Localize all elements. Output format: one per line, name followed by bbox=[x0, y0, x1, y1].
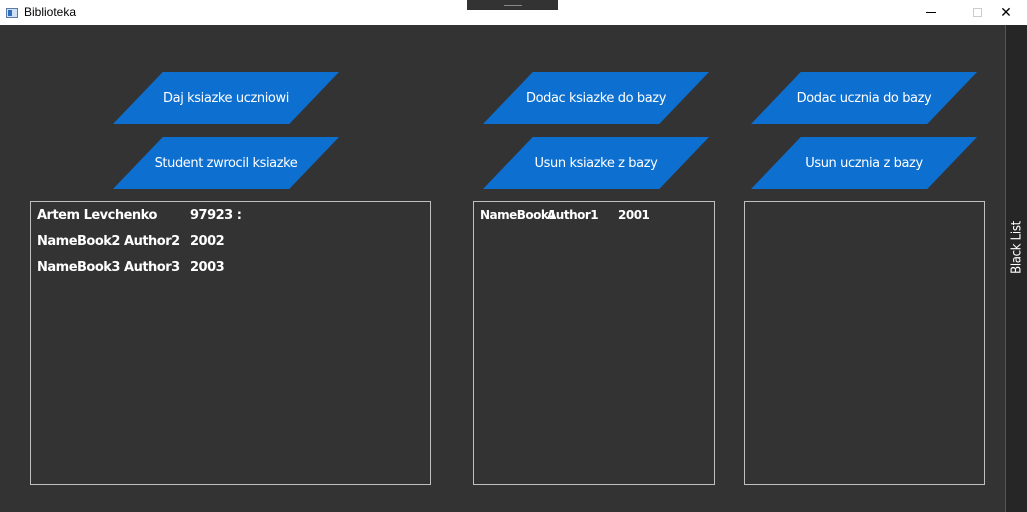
list-item[interactable]: NameBook1 Author1 2001 bbox=[480, 208, 650, 222]
app-icon bbox=[6, 8, 18, 18]
book-year: 2002 bbox=[190, 234, 225, 249]
book-author: Author1 bbox=[547, 208, 599, 222]
return-book-button[interactable]: Student zwrocil ksiazke bbox=[113, 137, 339, 189]
list-item-header[interactable]: Artem Levchenko 97923 : bbox=[37, 208, 242, 223]
minimize-icon bbox=[926, 12, 936, 13]
remove-book-button[interactable]: Usun ksiazke z bazy bbox=[483, 137, 709, 189]
black-list-tab[interactable]: Black List bbox=[1005, 25, 1027, 512]
minimize-button[interactable] bbox=[908, 0, 954, 25]
book-name: NameBook1 bbox=[480, 208, 557, 222]
drag-grip-handle[interactable] bbox=[467, 0, 558, 10]
student-books-list[interactable]: Artem Levchenko 97923 : NameBook2 Author… bbox=[30, 201, 431, 485]
list-item[interactable]: NameBook2 Author2 2002 bbox=[37, 234, 225, 249]
window-title: Biblioteka bbox=[24, 5, 77, 19]
remove-student-button[interactable]: Usun ucznia z bazy bbox=[751, 137, 977, 189]
student-name: Artem Levchenko bbox=[37, 208, 157, 223]
add-book-button[interactable]: Dodac ksiazke do bazy bbox=[483, 72, 709, 124]
book-year: 2001 bbox=[618, 208, 650, 222]
book-title-author: NameBook2 Author2 bbox=[37, 234, 180, 249]
black-list-label: Black List bbox=[1009, 221, 1024, 274]
maximize-icon bbox=[972, 8, 982, 17]
give-book-button[interactable]: Daj ksiazke uczniowi bbox=[113, 72, 339, 124]
list-item[interactable]: NameBook3 Author3 2003 bbox=[37, 260, 225, 275]
title-bar: Biblioteka ✕ bbox=[0, 0, 1027, 25]
student-id: 97923 : bbox=[190, 208, 242, 223]
students-list[interactable] bbox=[744, 201, 985, 485]
book-title-author: NameBook3 Author3 bbox=[37, 260, 180, 275]
add-student-button[interactable]: Dodac ucznia do bazy bbox=[751, 72, 977, 124]
close-button[interactable]: ✕ bbox=[983, 0, 1027, 25]
books-list[interactable]: NameBook1 Author1 2001 bbox=[473, 201, 715, 485]
book-year: 2003 bbox=[190, 260, 225, 275]
